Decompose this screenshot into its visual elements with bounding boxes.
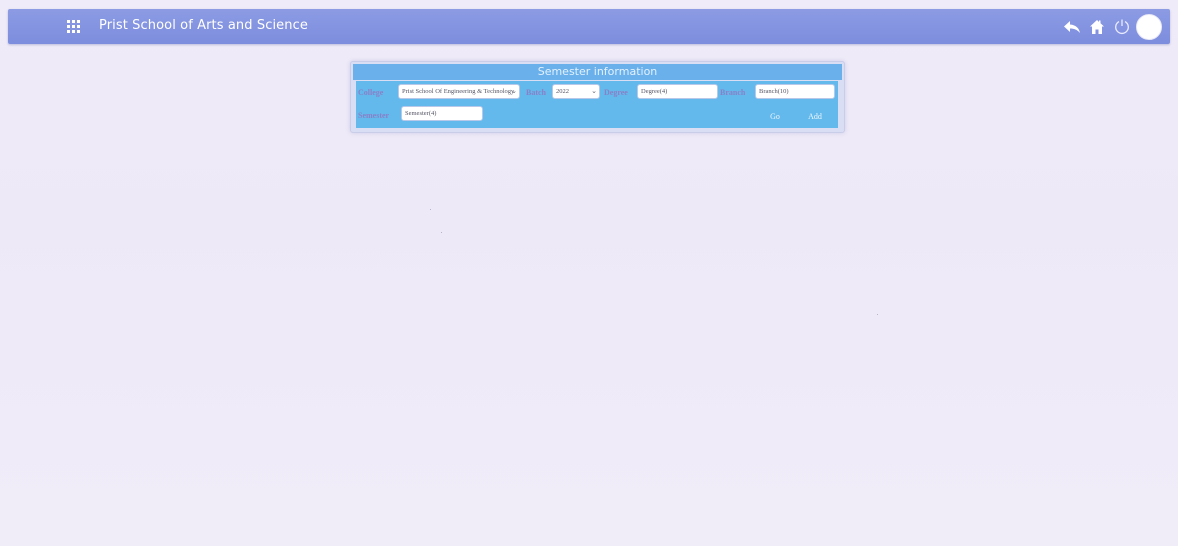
dust-speck [877, 314, 878, 315]
go-button[interactable]: Go [767, 109, 783, 123]
batch-select[interactable]: 2022 ⌄ [552, 84, 600, 99]
semester-information-panel: Semester information College Prist Schoo… [350, 61, 845, 133]
panel-title: Semester information [353, 64, 842, 80]
semester-field[interactable]: Semester(4) [401, 106, 483, 121]
degree-field-value: Degree(4) [641, 88, 668, 95]
back-arrow-icon[interactable] [1061, 16, 1083, 38]
top-header-bar: Prist School of Arts and Science [8, 9, 1170, 44]
app-title: Prist School of Arts and Science [99, 18, 308, 33]
college-label: College [358, 88, 384, 97]
power-icon[interactable] [1111, 16, 1133, 38]
add-button[interactable]: Add [805, 109, 825, 123]
batch-select-value: 2022 [556, 88, 569, 95]
page: Prist School of Arts and Science Semeste… [0, 0, 1178, 546]
branch-label: Branch [720, 88, 746, 97]
dust-speck [430, 209, 431, 210]
degree-field[interactable]: Degree(4) [637, 84, 718, 99]
semester-label: Semester [358, 111, 390, 120]
college-select-value: Prist School Of Engineering & Technology [402, 88, 515, 95]
header-actions [1061, 14, 1162, 40]
chevron-down-icon: ⌄ [511, 87, 517, 95]
branch-field-value: Branch(10) [759, 88, 789, 95]
apps-grid-icon[interactable] [67, 20, 81, 34]
branch-field[interactable]: Branch(10) [755, 84, 835, 99]
degree-label: Degree [604, 88, 628, 97]
avatar[interactable] [1136, 14, 1162, 40]
home-icon[interactable] [1086, 16, 1108, 38]
batch-label: Batch [526, 88, 546, 97]
panel-form: College Prist School Of Engineering & Te… [356, 81, 838, 128]
college-select[interactable]: Prist School Of Engineering & Technology… [398, 84, 520, 99]
dust-speck [441, 232, 442, 233]
semester-field-value: Semester(4) [405, 110, 437, 117]
chevron-down-icon: ⌄ [591, 87, 597, 95]
